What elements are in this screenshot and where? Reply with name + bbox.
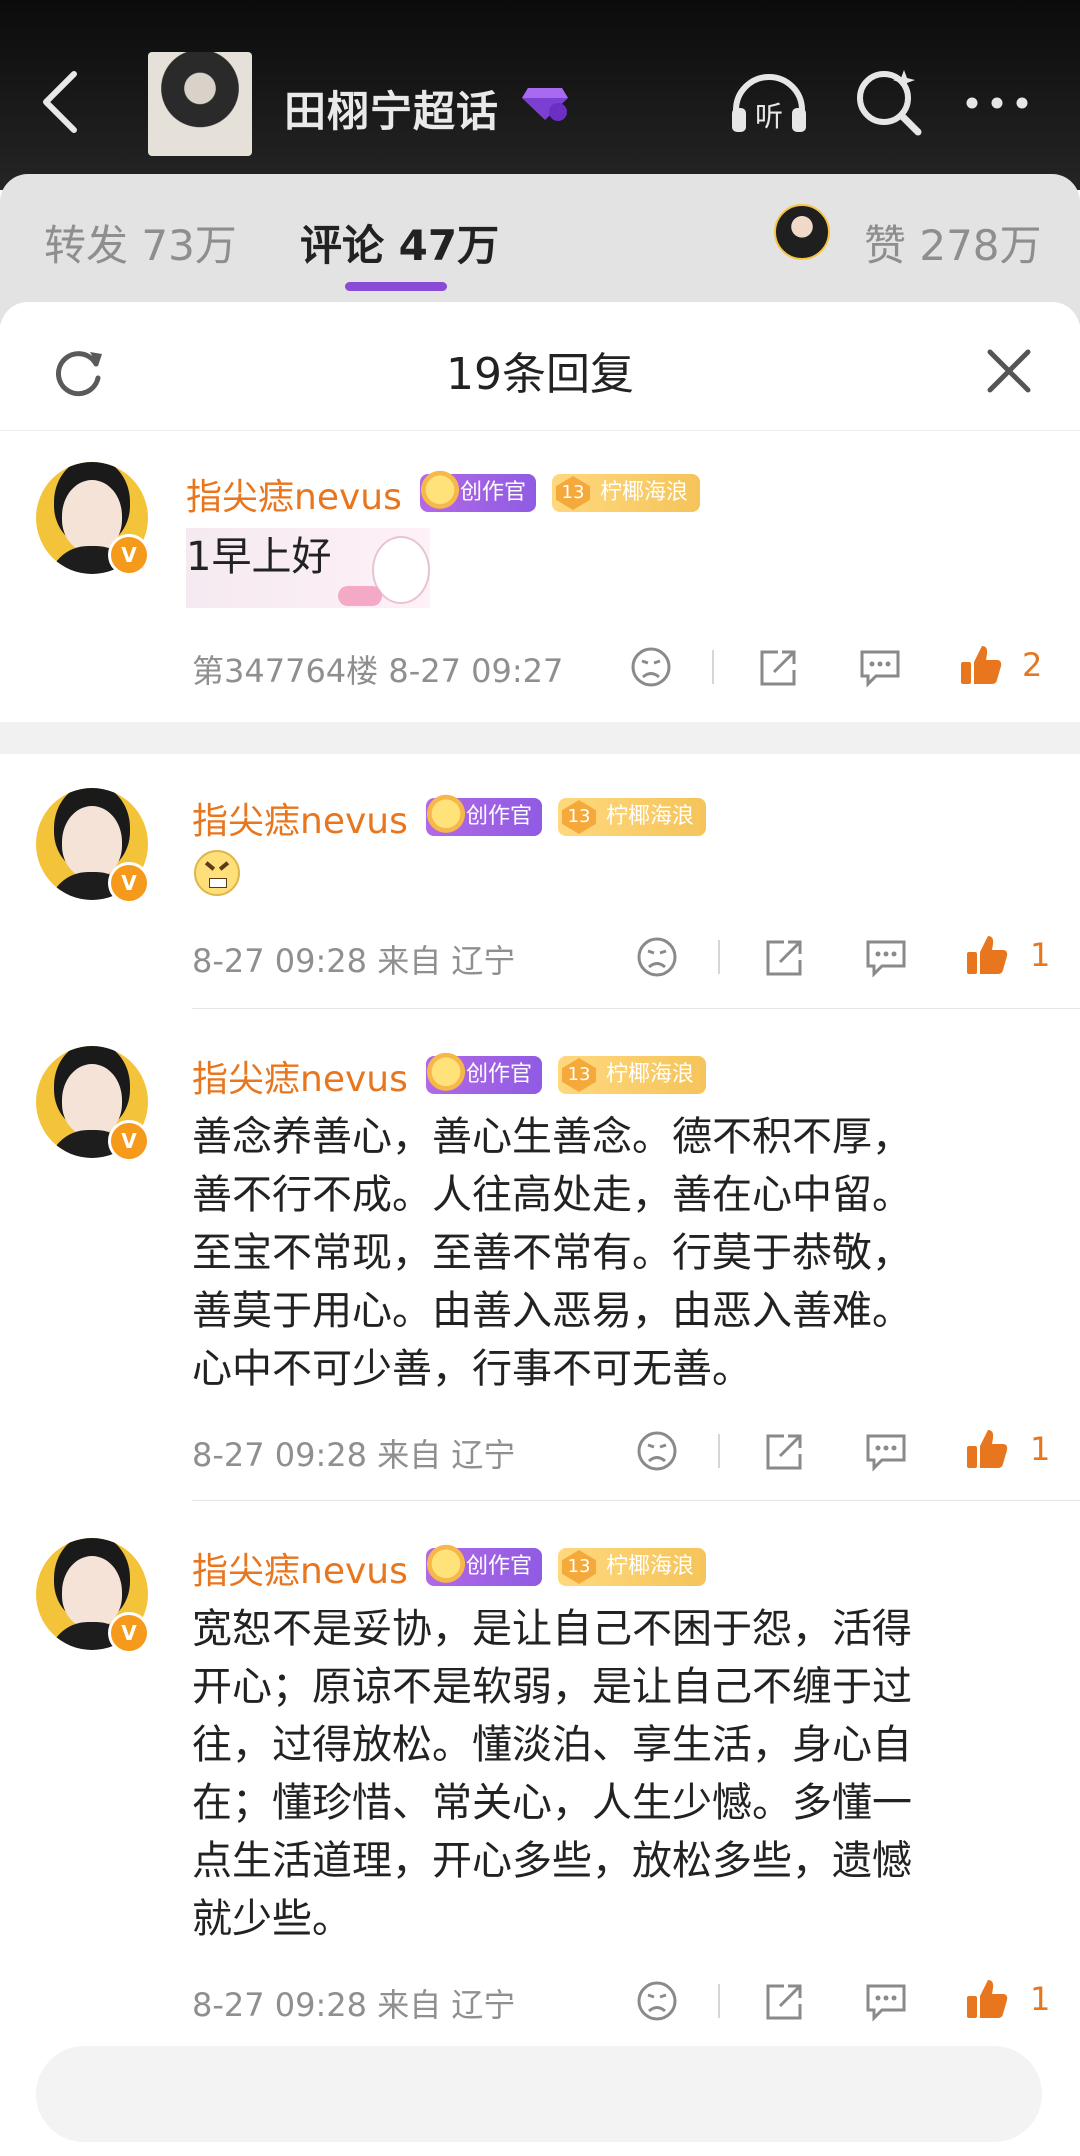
section-divider [0,722,1080,754]
reply-input[interactable] [36,2046,1042,2142]
comment-author[interactable]: 指尖痣nevus [192,1050,408,1102]
level-badge-label: 柠椰海浪 [606,804,695,829]
comment-icon[interactable] [864,1430,908,1472]
comment-icon[interactable] [864,1980,908,2022]
top-bar: 田栩宁超话 听 [0,0,1080,190]
status-bar [0,0,1080,14]
reply-divider [192,1500,1080,1501]
comment-meta: 8-27 09:28 来自 辽宁 [192,1436,516,1474]
creator-badge-label: 创作官 [460,480,527,505]
comment-text-line: 心中不可少善，行事不可无善。 [192,1346,752,1392]
comment-text: 1早上好 [186,534,332,580]
dislike-icon[interactable] [630,646,672,688]
comment-text-line: 点生活道理，开心多些，放松多些，遗憾 [192,1838,912,1884]
like-icon[interactable] [964,1426,1010,1472]
dislike-icon[interactable] [636,1430,678,1472]
like-avatar [774,204,830,260]
comment-author[interactable]: 指尖痣nevus [192,792,408,844]
comment-meta: 8-27 09:28 来自 辽宁 [192,942,516,980]
reply-item: V 指尖痣nevus 创作官 13 柠椰海浪 善念养善心，善心生善念。德不积不厚，… [0,1046,1080,1476]
action-separator [718,1984,720,2018]
like-count: 1 [1030,1980,1051,2018]
reply-item: V 指尖痣nevus 创作官 13 柠椰海浪 宽恕不是妥协，是让自己不困于怨，活得… [0,1538,1080,2058]
reply-item: V 指尖痣nevus 创作官 13 柠椰海浪 8-27 09:28 来自 辽宁 1 [0,788,1080,1038]
creator-badge[interactable]: 创作官 [426,794,543,838]
speechless-emoji-icon [194,850,240,896]
creator-badge-label: 创作官 [466,1062,533,1087]
comment-author[interactable]: 指尖痣nevus [192,1542,408,1594]
svg-text:听: 听 [755,100,783,133]
tab-active-indicator [345,282,447,291]
like-count: 1 [1030,936,1051,974]
close-icon[interactable] [984,346,1034,396]
comment-text-line: 往，过得放松。懂淡泊、享生活，身心自 [192,1722,912,1768]
tab-like[interactable]: 赞 278万 [864,212,1042,273]
share-icon[interactable] [762,1430,806,1472]
comment-text-line: 善莫于用心。由善入恶易，由恶入善难。 [192,1288,912,1334]
creator-badge[interactable]: 创作官 [420,470,537,514]
sheet-title: 19条回复 [446,349,634,400]
action-separator [712,650,714,684]
listen-icon[interactable]: 听 [728,64,810,138]
comment-icon[interactable] [858,646,902,688]
share-icon[interactable] [756,646,800,688]
comment-author[interactable]: 指尖痣nevus [186,468,402,520]
comment-meta: 8-27 09:28 来自 辽宁 [192,1986,516,2024]
comment-icon[interactable] [864,936,908,978]
comment-text: 宽恕不是妥协，是让自己不困于怨，活得 开心；原谅不是软弱，是让自己不缠于过 往，… [192,1600,912,1948]
dislike-icon[interactable] [636,936,678,978]
search-icon[interactable] [852,66,924,138]
reply-divider [192,1008,1080,1009]
share-icon[interactable] [762,1980,806,2022]
verified-badge: V [108,1612,150,1654]
comment-text-line: 宽恕不是妥协，是让自己不困于怨，活得 [192,1606,912,1652]
comment-text-line: 开心；原谅不是软弱，是让自己不缠于过 [192,1664,912,1710]
share-icon[interactable] [762,936,806,978]
comment-text-line: 就少些。 [192,1896,352,1942]
super-topic-gem-icon [522,88,568,121]
more-icon[interactable] [965,96,1029,110]
like-icon[interactable] [964,932,1010,978]
back-icon[interactable] [30,62,90,142]
comment-text-line: 善不行不成。人往高处走，善在心中留。 [192,1172,912,1218]
comment-text-line: 至宝不常现，至善不常有。行莫于恭敬， [192,1230,912,1276]
action-separator [718,1434,720,1468]
sheet-header: 19条回复 [0,302,1080,431]
tab-comment[interactable]: 评论 47万 [300,212,499,273]
level-number: 13 [556,476,590,510]
super-topic-title[interactable]: 田栩宁超话 [284,78,499,139]
verified-badge: V [108,862,150,904]
comment-text-line: 在；懂珍惜、常关心，人生少憾。多懂一 [192,1780,912,1826]
level-badge[interactable]: 13 柠椰海浪 [558,798,707,836]
level-badge[interactable]: 13 柠椰海浪 [552,474,701,512]
creator-badge-label: 创作官 [466,804,533,829]
replies-sheet: 19条回复 V 指尖痣nevus 创作官 13 柠椰海浪 1早上好 第347764… [0,302,1080,2156]
level-badge-label: 柠椰海浪 [600,480,689,505]
verified-badge: V [108,1120,150,1162]
action-separator [718,940,720,974]
level-number: 13 [562,1058,596,1092]
tab-repost[interactable]: 转发 73万 [44,212,237,273]
verified-badge: V [108,534,150,576]
creator-badge[interactable]: 创作官 [426,1052,543,1096]
comment-text-line: 善念养善心，善心生善念。德不积不厚， [192,1114,912,1160]
level-number: 13 [562,800,596,834]
level-badge-label: 柠椰海浪 [606,1062,695,1087]
creator-badge-label: 创作官 [466,1554,533,1579]
super-topic-avatar[interactable] [148,52,252,156]
creator-badge[interactable]: 创作官 [426,1544,543,1588]
dislike-icon[interactable] [636,1980,678,2022]
level-badge-label: 柠椰海浪 [606,1554,695,1579]
like-count: 2 [1022,646,1043,684]
like-count: 1 [1030,1430,1051,1468]
level-badge[interactable]: 13 柠椰海浪 [558,1548,707,1586]
like-icon[interactable] [964,1976,1010,2022]
comment-meta: 第347764楼 8-27 09:27 [192,652,564,690]
level-badge[interactable]: 13 柠椰海浪 [558,1056,707,1094]
level-number: 13 [562,1550,596,1584]
like-icon[interactable] [958,642,1004,688]
comment-text: 善念养善心，善心生善念。德不积不厚， 善不行不成。人往高处走，善在心中留。 至宝… [192,1108,912,1398]
